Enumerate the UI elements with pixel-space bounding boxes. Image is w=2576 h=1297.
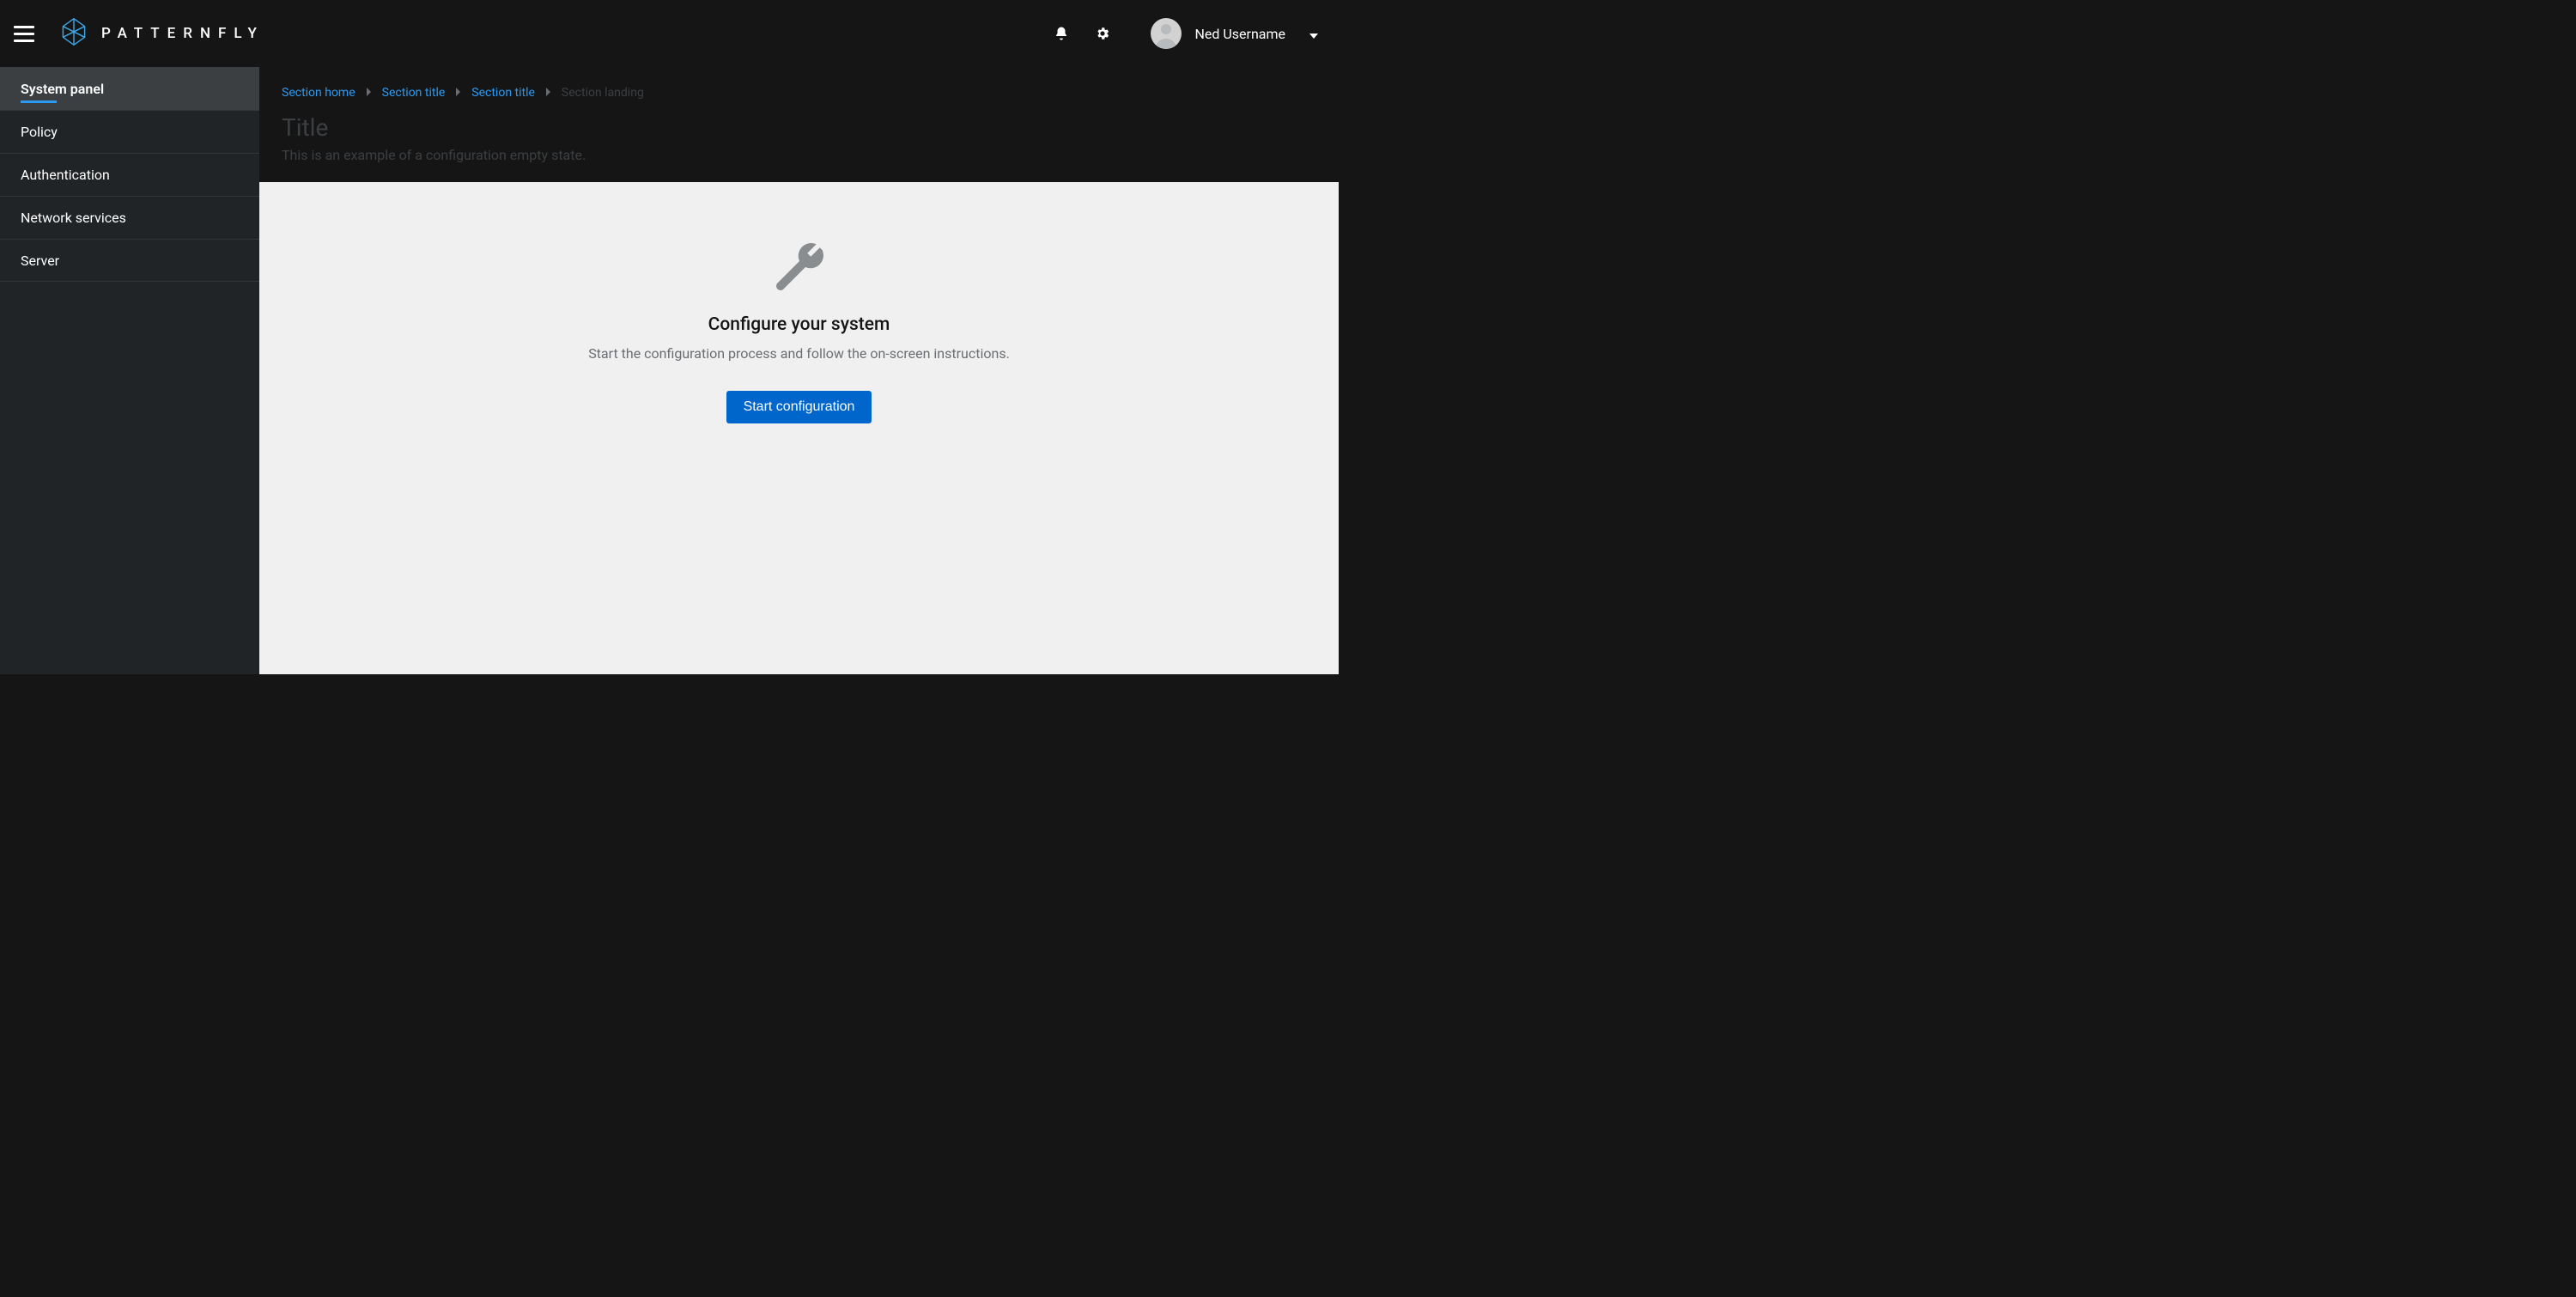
nav-toggle-button[interactable]	[14, 20, 41, 47]
brand-icon	[58, 16, 89, 51]
breadcrumb-link-section-1[interactable]: Section title	[382, 86, 446, 100]
sidebar-item-label: Policy	[21, 124, 58, 140]
empty-state-title: Configure your system	[708, 314, 890, 335]
header-actions: Ned Username	[1053, 18, 1318, 49]
breadcrumb-link-section-2[interactable]: Section title	[471, 86, 535, 100]
main-content: Section home Section title Section title…	[259, 67, 1339, 674]
sidebar: System panel Policy Authentication Netwo…	[0, 67, 259, 674]
sidebar-item-network-services[interactable]: Network services	[0, 196, 259, 239]
page-subtitle: This is an example of a configuration em…	[282, 147, 1316, 163]
page-header: Section home Section title Section title…	[259, 67, 1339, 182]
page-title: Title	[282, 113, 1316, 142]
sidebar-item-system-panel[interactable]: System panel	[0, 67, 259, 110]
sidebar-item-label: Server	[21, 253, 59, 269]
user-name-label: Ned Username	[1195, 26, 1285, 42]
breadcrumb-current: Section landing	[562, 86, 644, 100]
gear-icon[interactable]	[1094, 25, 1111, 42]
sidebar-item-server[interactable]: Server	[0, 239, 259, 282]
wrench-icon	[774, 239, 825, 294]
brand-logo[interactable]: PATTERNFLY	[58, 16, 264, 51]
caret-down-icon	[1309, 26, 1318, 42]
start-configuration-button[interactable]: Start configuration	[726, 391, 872, 423]
avatar	[1151, 18, 1182, 49]
content-area: Configure your system Start the configur…	[259, 182, 1339, 674]
sidebar-item-policy[interactable]: Policy	[0, 110, 259, 153]
sidebar-item-authentication[interactable]: Authentication	[0, 153, 259, 196]
chevron-right-icon	[366, 88, 372, 99]
brand-name: PATTERNFLY	[101, 25, 264, 42]
bell-icon[interactable]	[1053, 25, 1070, 42]
sidebar-item-label: Authentication	[21, 167, 110, 183]
chevron-right-icon	[545, 88, 551, 99]
sidebar-item-label: Network services	[21, 210, 126, 226]
user-menu[interactable]: Ned Username	[1151, 18, 1318, 49]
breadcrumb: Section home Section title Section title…	[282, 86, 1316, 100]
global-header: PATTERNFLY Ned Username	[0, 0, 1339, 67]
sidebar-item-label: System panel	[21, 81, 104, 97]
chevron-right-icon	[455, 88, 461, 99]
empty-state: Configure your system Start the configur…	[588, 239, 1010, 423]
breadcrumb-link-home[interactable]: Section home	[282, 86, 355, 100]
empty-state-description: Start the configuration process and foll…	[588, 345, 1010, 362]
